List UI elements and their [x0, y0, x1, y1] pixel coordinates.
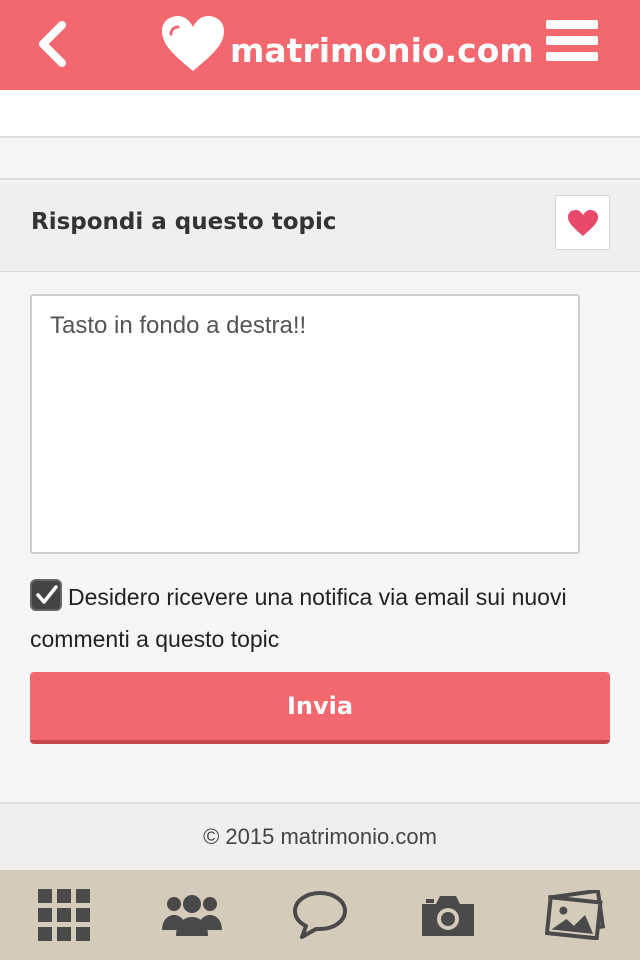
notify-label: Desidero ricevere una notifica via email… [30, 584, 567, 652]
reply-header: Rispondi a questo topic [0, 182, 640, 272]
favorite-button[interactable] [555, 195, 610, 250]
hamburger-menu-icon [546, 20, 598, 29]
grid-icon [38, 889, 90, 941]
reply-textarea[interactable]: Tasto in fondo a destra!! [30, 294, 580, 554]
site-logo[interactable]: matrimonio.com [160, 12, 534, 76]
notify-checkbox[interactable] [30, 579, 62, 611]
logo-text: matrimonio.com [230, 30, 534, 70]
reply-title: Rispondi a questo topic [31, 209, 337, 235]
tab-grid[interactable] [0, 870, 128, 960]
camera-icon [422, 896, 474, 936]
copyright-text: © 2015 matrimonio.com [203, 824, 437, 849]
tab-camera[interactable] [384, 870, 512, 960]
spacer [0, 140, 640, 180]
back-button[interactable] [24, 14, 80, 74]
bottom-tab-bar [0, 870, 640, 960]
community-icon [162, 895, 222, 936]
content-strip [0, 90, 640, 138]
checkmark-icon [36, 585, 58, 604]
app-header: matrimonio.com [0, 0, 640, 90]
chevron-left-icon [39, 21, 66, 67]
photos-icon [545, 890, 606, 940]
tab-photos[interactable] [512, 870, 640, 960]
heart-icon [567, 209, 598, 236]
chat-bubble-icon [293, 891, 347, 939]
menu-button[interactable] [546, 20, 604, 68]
notify-option: Desidero ricevere una notifica via email… [30, 576, 610, 660]
tab-community[interactable] [128, 870, 256, 960]
footer: © 2015 matrimonio.com [0, 802, 640, 870]
tab-chat[interactable] [256, 870, 384, 960]
logo-heart-icon [162, 16, 224, 71]
send-button[interactable]: Invia [30, 672, 610, 744]
